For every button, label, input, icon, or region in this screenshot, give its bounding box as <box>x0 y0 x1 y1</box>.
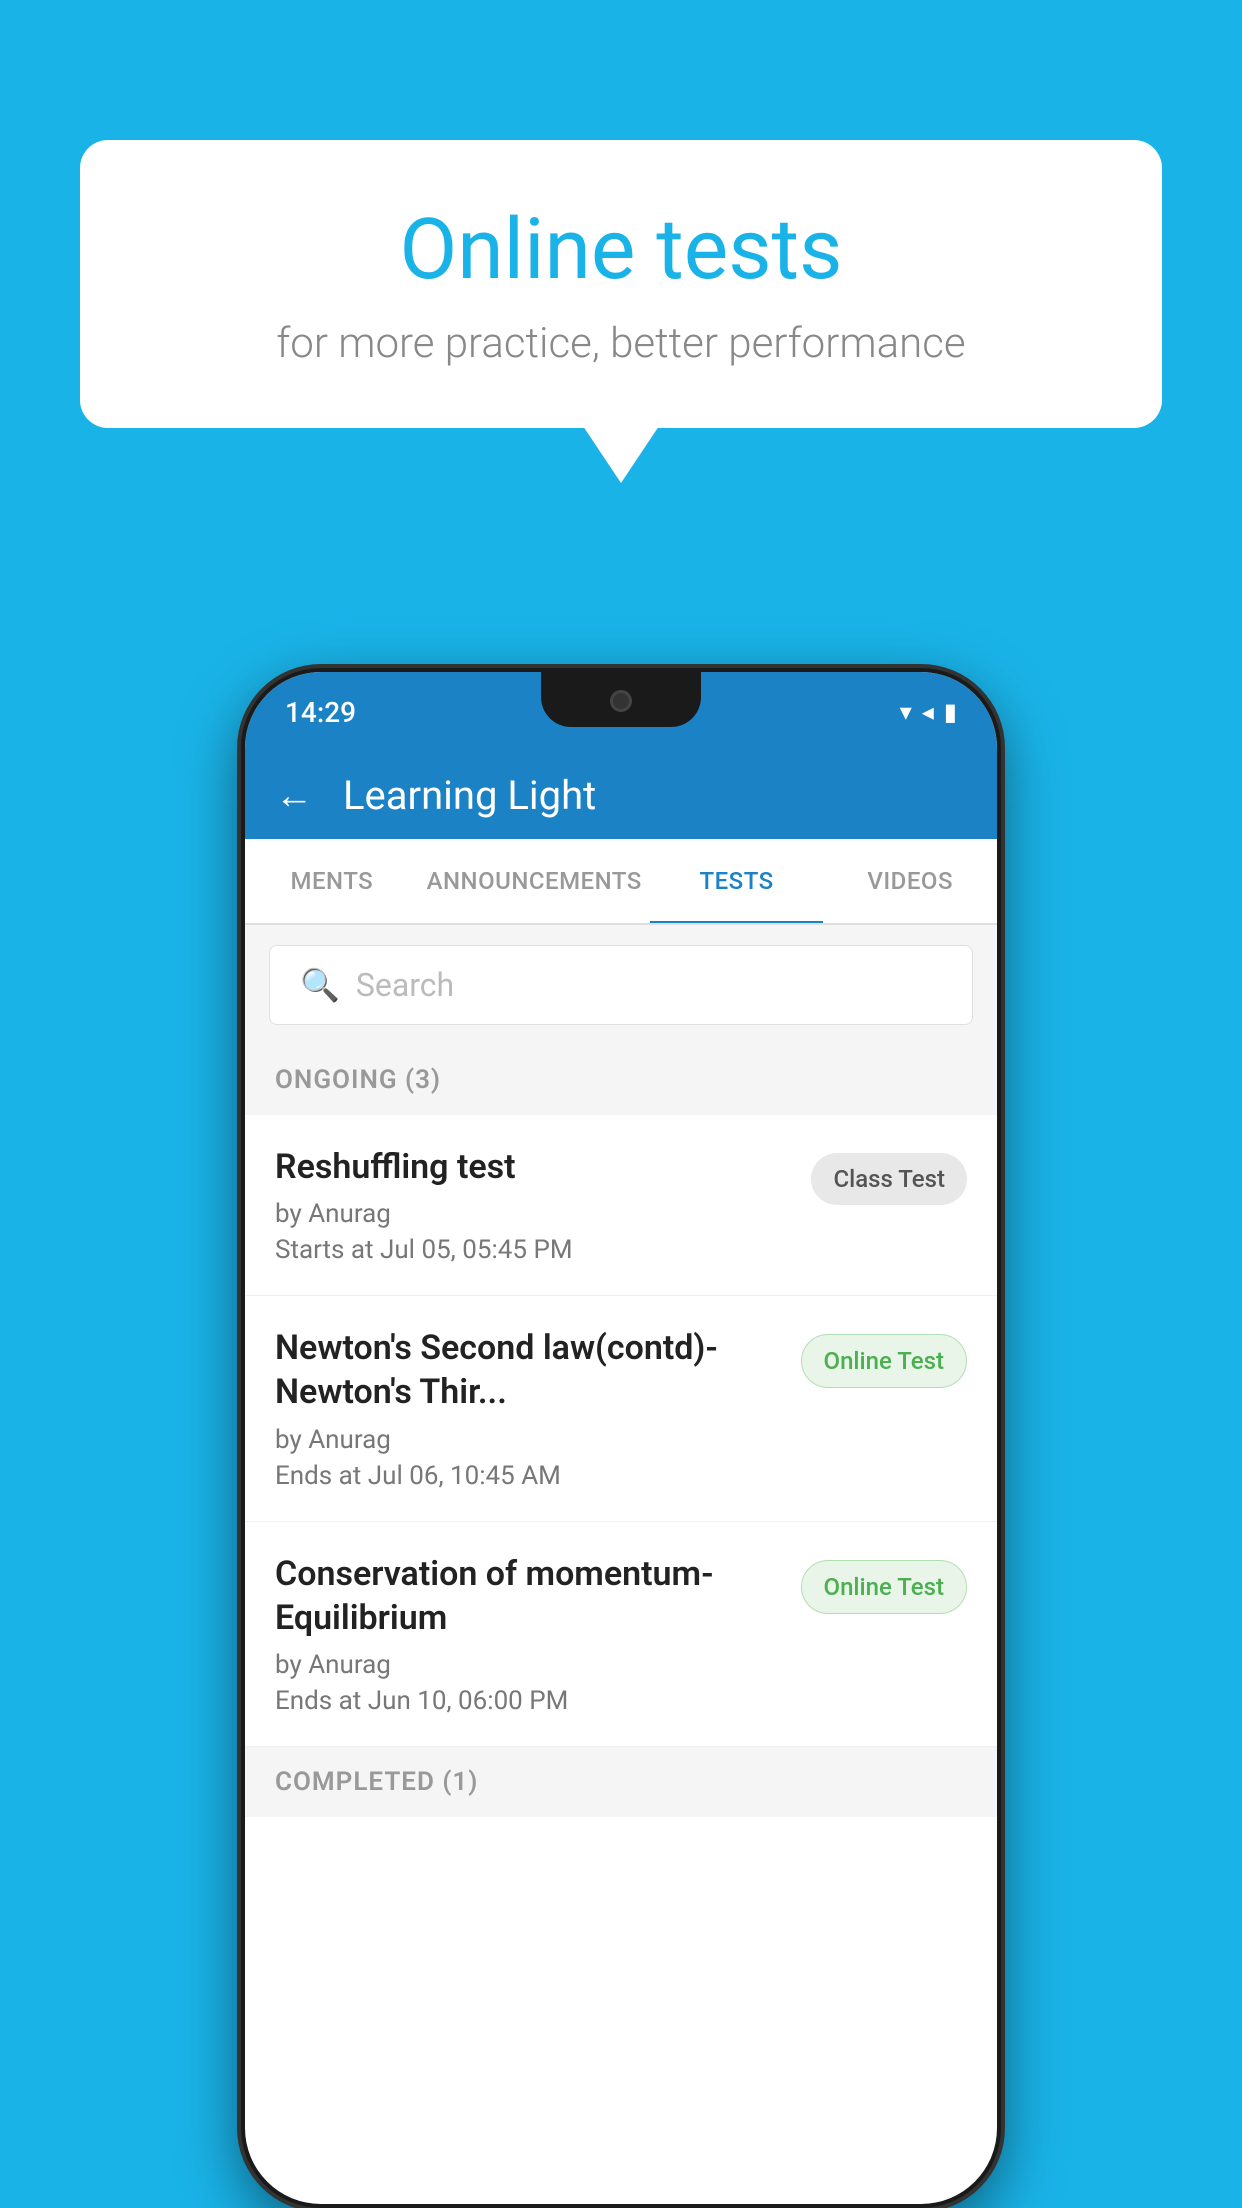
search-box[interactable]: 🔍 Search <box>269 945 973 1025</box>
camera-icon <box>610 690 632 712</box>
tab-videos[interactable]: VIDEOS <box>823 839 997 923</box>
speech-bubble: Online tests for more practice, better p… <box>80 140 1162 428</box>
tests-list: Reshuffling test by Anurag Starts at Jul… <box>245 1115 997 1747</box>
ongoing-section-header: ONGOING (3) <box>245 1045 997 1115</box>
test-name-3: Conservation of momentum-Equilibrium <box>275 1552 781 1640</box>
back-button[interactable]: ← <box>275 774 313 818</box>
test-author-3: by Anurag <box>275 1650 781 1680</box>
phone-frame: 14:29 ▾ ◂ ▮ ← Learning Light MENTS <box>241 668 1001 2208</box>
notch-cutout <box>541 672 701 727</box>
speech-bubble-subtitle: for more practice, better performance <box>160 319 1082 368</box>
tab-ments[interactable]: MENTS <box>245 839 419 923</box>
tab-tests[interactable]: TESTS <box>650 839 824 923</box>
test-badge-2: Online Test <box>801 1334 967 1388</box>
completed-section-title: COMPLETED (1) <box>275 1767 478 1797</box>
search-icon: 🔍 <box>300 966 340 1004</box>
tabs-bar: MENTS ANNOUNCEMENTS TESTS VIDEOS <box>245 839 997 925</box>
phone-screen: 14:29 ▾ ◂ ▮ ← Learning Light MENTS <box>245 672 997 2204</box>
test-name-1: Reshuffling test <box>275 1145 791 1189</box>
search-placeholder: Search <box>356 966 454 1004</box>
completed-section-header: COMPLETED (1) <box>245 1747 997 1817</box>
wifi-icon: ▾ <box>900 698 912 726</box>
app-title: Learning Light <box>343 772 596 819</box>
test-info-2: Newton's Second law(contd)-Newton's Thir… <box>275 1326 781 1490</box>
test-date-3: Ends at Jun 10, 06:00 PM <box>275 1686 781 1716</box>
status-time: 14:29 <box>285 696 356 729</box>
search-container: 🔍 Search <box>245 925 997 1045</box>
test-date-2: Ends at Jul 06, 10:45 AM <box>275 1461 781 1491</box>
test-name-2: Newton's Second law(contd)-Newton's Thir… <box>275 1326 781 1414</box>
test-info-3: Conservation of momentum-Equilibrium by … <box>275 1552 781 1716</box>
signal-icon: ◂ <box>922 698 934 726</box>
test-item-2[interactable]: Newton's Second law(contd)-Newton's Thir… <box>245 1296 997 1521</box>
ongoing-section-title: ONGOING (3) <box>275 1065 441 1095</box>
speech-bubble-title: Online tests <box>160 200 1082 299</box>
phone-wrapper: 14:29 ▾ ◂ ▮ ← Learning Light MENTS <box>241 668 1001 2208</box>
test-author-1: by Anurag <box>275 1199 791 1229</box>
test-info-1: Reshuffling test by Anurag Starts at Jul… <box>275 1145 791 1265</box>
app-header: ← Learning Light <box>245 752 997 839</box>
tab-announcements[interactable]: ANNOUNCEMENTS <box>419 839 650 923</box>
status-icons: ▾ ◂ ▮ <box>900 698 957 726</box>
test-badge-3: Online Test <box>801 1560 967 1614</box>
test-author-2: by Anurag <box>275 1425 781 1455</box>
status-bar: 14:29 ▾ ◂ ▮ <box>245 672 997 752</box>
battery-icon: ▮ <box>944 698 957 726</box>
speech-bubble-container: Online tests for more practice, better p… <box>80 140 1162 428</box>
test-badge-1: Class Test <box>811 1153 967 1205</box>
test-date-1: Starts at Jul 05, 05:45 PM <box>275 1235 791 1265</box>
test-item-3[interactable]: Conservation of momentum-Equilibrium by … <box>245 1522 997 1747</box>
test-item-1[interactable]: Reshuffling test by Anurag Starts at Jul… <box>245 1115 997 1296</box>
